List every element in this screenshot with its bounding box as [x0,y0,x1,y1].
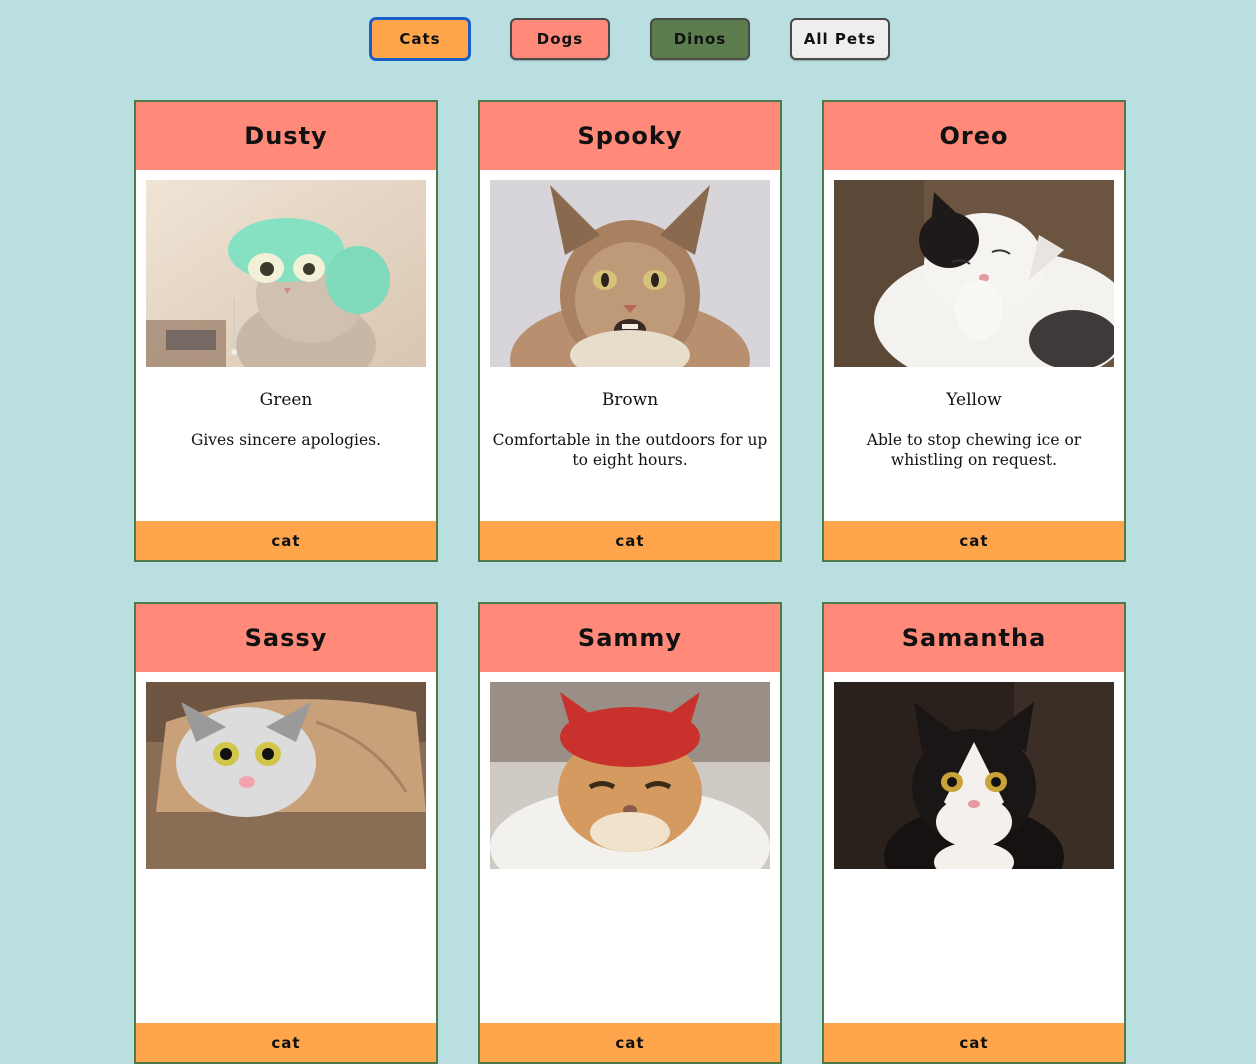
pet-color: Green [259,390,313,410]
dogs-filter-button[interactable]: Dogs [510,18,610,60]
pet-description: Comfortable in the outdoors for up to ei… [492,431,768,469]
pet-name: Sammy [577,624,683,652]
black-white-cat-photo [834,180,1114,367]
pet-name: Oreo [939,122,1009,150]
pet-card: Dusty Green Gives sincere apologies. cat [134,100,438,562]
pet-card: Sammy cat [478,602,782,1064]
cat-in-green-towel-photo [146,180,426,367]
pet-color: Yellow [946,390,1002,410]
pet-card-header: Oreo [824,102,1124,170]
pet-description: Gives sincere apologies. [190,431,382,449]
all-pets-filter-button[interactable]: All Pets [790,18,890,60]
pet-card-header: Sammy [480,604,780,672]
cat-in-red-hat-photo [490,682,770,869]
cats-filter-button[interactable]: Cats [370,18,470,60]
pet-card-header: Sassy [136,604,436,672]
cat-in-paper-roll-photo [146,682,426,869]
pet-card: Oreo Yellow Able to stop chewing ice or … [822,100,1126,562]
pet-type-footer: cat [480,1023,780,1062]
pet-card-header: Dusty [136,102,436,170]
pet-name: Sassy [244,624,328,652]
pet-name: Samantha [901,624,1047,652]
pet-type-footer: cat [824,1023,1124,1062]
pet-description: Able to stop chewing ice or whistling on… [866,431,1082,469]
pet-card-header: Samantha [824,604,1124,672]
pet-name: Spooky [577,122,683,150]
pet-color: Brown [601,390,659,410]
pet-name: Dusty [244,122,328,150]
pet-card: Samantha cat [822,602,1126,1064]
filter-bar: Cats Dogs Dinos All Pets [0,18,1256,60]
pet-type-footer: cat [136,1023,436,1062]
maine-coon-cat-photo [490,180,770,367]
dinos-filter-button[interactable]: Dinos [650,18,750,60]
pet-card: Sassy cat [134,602,438,1064]
pet-type-footer: cat [136,521,436,560]
pet-card-header: Spooky [480,102,780,170]
pet-card: Spooky Brown Comfortable in the outdoors… [478,100,782,562]
pet-type-footer: cat [824,521,1124,560]
pet-type-footer: cat [480,521,780,560]
tuxedo-cat-photo [834,682,1114,869]
